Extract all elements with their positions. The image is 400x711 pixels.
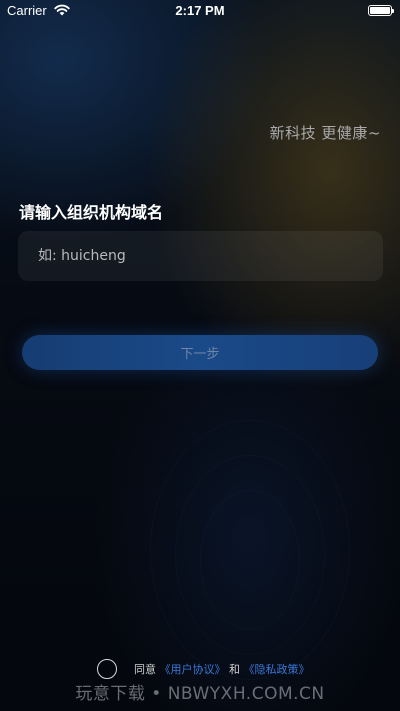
watermark-text: 玩意下载 • NBWYXH.COM.CN bbox=[75, 684, 325, 704]
and-label: 和 bbox=[229, 663, 240, 676]
privacy-policy-link[interactable]: 《隐私政策》 bbox=[244, 663, 310, 676]
agree-label: 同意 bbox=[134, 663, 156, 676]
agreement-row: 同意 《用户协议》 和 《隐私政策》 bbox=[0, 658, 400, 680]
next-button[interactable]: 下一步 bbox=[22, 335, 378, 370]
slogan-text: 新科技 更健康~ bbox=[269, 124, 381, 142]
background-swirl bbox=[200, 490, 300, 630]
domain-input[interactable] bbox=[18, 231, 383, 281]
status-time: 2:17 PM bbox=[175, 3, 225, 18]
battery-icon bbox=[368, 5, 394, 16]
domain-label: 请输入组织机构域名 bbox=[19, 203, 164, 222]
user-agreement-link[interactable]: 《用户协议》 bbox=[160, 663, 226, 676]
agree-checkbox[interactable] bbox=[97, 659, 117, 679]
agreement-text: 同意 《用户协议》 和 《隐私政策》 bbox=[134, 661, 310, 677]
status-bar: Carrier 2:17 PM bbox=[0, 0, 400, 22]
